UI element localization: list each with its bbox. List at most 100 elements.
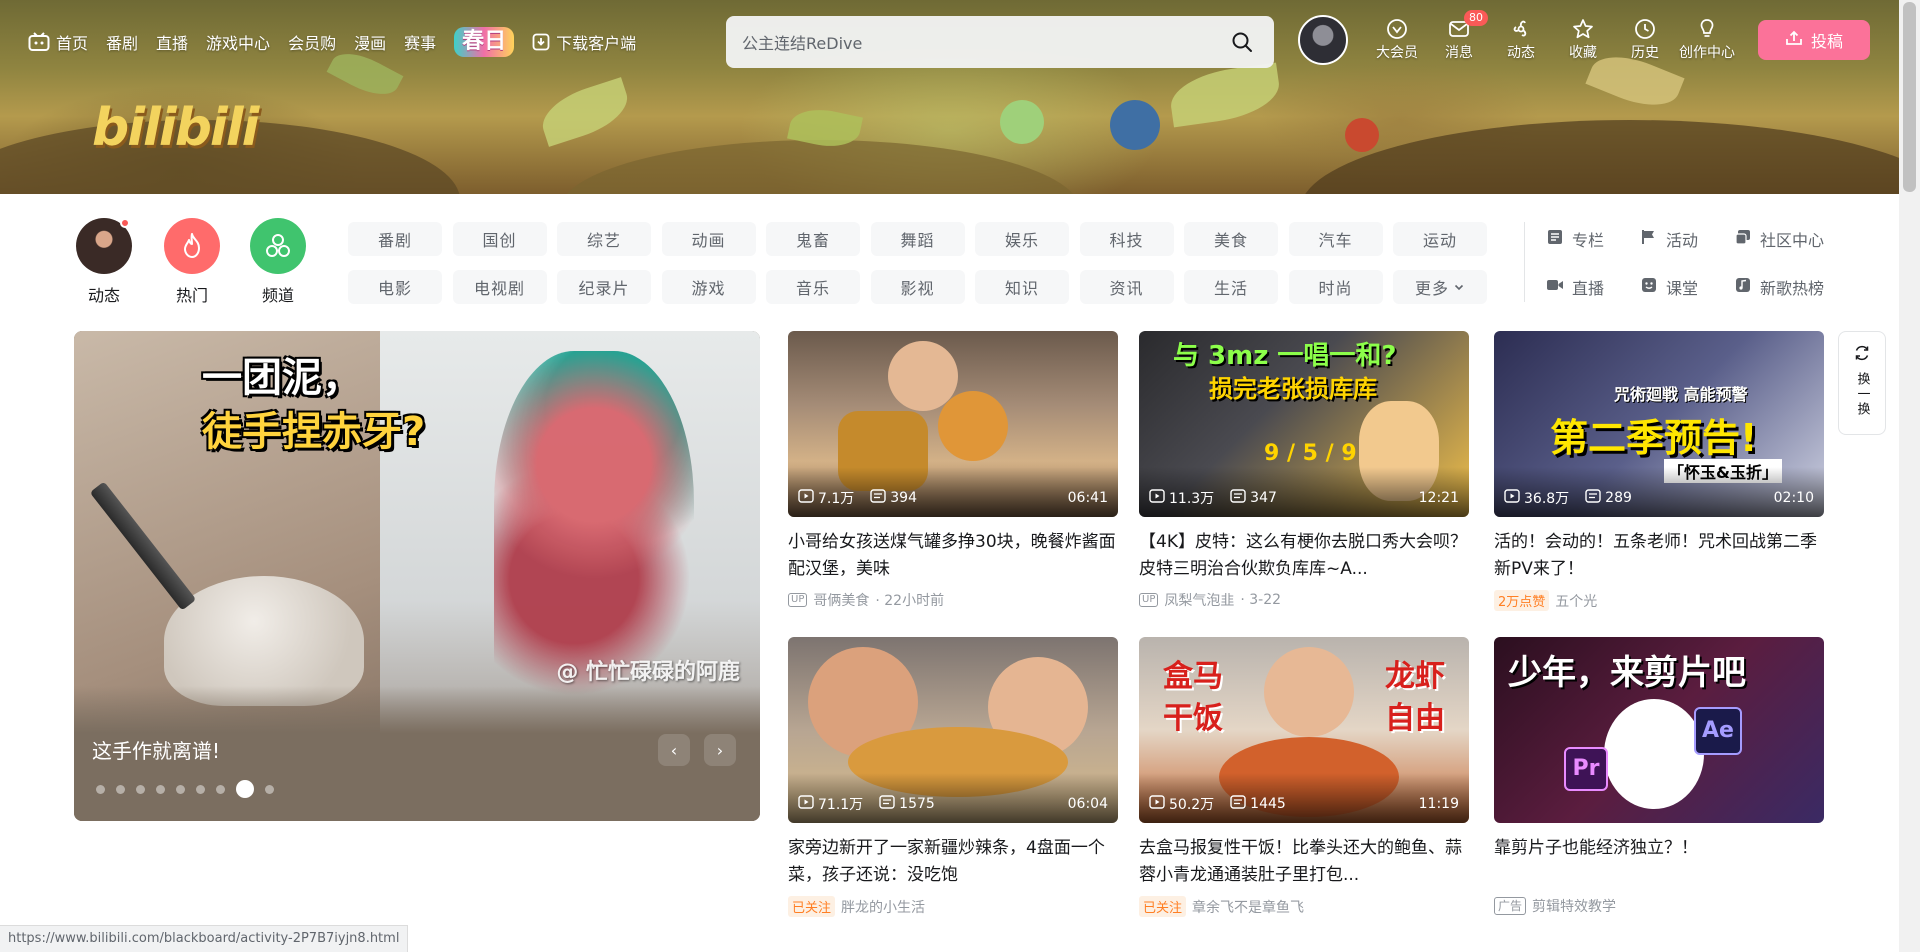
video-title[interactable]: 家旁边新开了一家新疆炒辣条，4盘面一个菜，孩子还说：没吃饱 bbox=[788, 835, 1118, 889]
video-card[interactable]: 咒術廻戦 高能预警 第二季预告! 「怀玉&玉折」 36.8万 289 02:10… bbox=[1494, 331, 1824, 611]
category-tag[interactable]: 科技 bbox=[1079, 222, 1174, 256]
side-link-live[interactable]: 直播 bbox=[1546, 270, 1636, 304]
nav-label: 大会员 bbox=[1376, 45, 1418, 61]
category-tag[interactable]: 音乐 bbox=[766, 270, 860, 304]
category-tag[interactable]: 时尚 bbox=[1288, 270, 1383, 304]
category-tag[interactable]: 资讯 bbox=[1079, 270, 1174, 304]
carousel-dot[interactable] bbox=[176, 784, 185, 794]
video-author[interactable]: 胖龙的小生活 bbox=[841, 897, 925, 917]
category-tag[interactable]: 综艺 bbox=[557, 222, 651, 256]
spring-event-badge[interactable]: 春日 bbox=[454, 27, 515, 57]
side-link-music[interactable]: 新歌热榜 bbox=[1734, 270, 1854, 304]
ad-card[interactable]: 少年，来剪片吧 Pr Ae 靠剪片子也能经济独立？！ 广告 剪辑特效教学 bbox=[1494, 637, 1824, 916]
carousel-dot[interactable] bbox=[196, 784, 205, 794]
thumbnail-text: 损完老张损库库 bbox=[1209, 375, 1377, 403]
bilibili-logo[interactable]: bilibili bbox=[92, 98, 259, 158]
category-tag[interactable]: 番剧 bbox=[348, 222, 442, 256]
featured-carousel[interactable]: 一团泥， 徒手捏赤牙? @ 忙忙碌碌的阿鹿 这手作就离谱! ‹ › bbox=[74, 331, 760, 821]
carousel-dot[interactable] bbox=[136, 784, 145, 794]
quick-channel[interactable]: 频道 bbox=[248, 218, 308, 306]
category-tag[interactable]: 娱乐 bbox=[975, 222, 1069, 256]
video-card[interactable]: 与 3mz 一唱一和? 损完老张损库库 9 / 5 / 9 11.3万 347 … bbox=[1139, 331, 1469, 610]
nav-label: 下载客户端 bbox=[556, 34, 637, 53]
search-bar[interactable]: 公主连结ReDive bbox=[726, 16, 1274, 68]
refresh-button[interactable]: 换一换 bbox=[1838, 331, 1886, 435]
category-tag[interactable]: 动画 bbox=[661, 222, 756, 256]
nav-manga[interactable]: 漫画 bbox=[354, 30, 386, 54]
video-author[interactable]: 章余飞不是章鱼飞 bbox=[1192, 897, 1304, 917]
quick-dynamic[interactable]: 动态 bbox=[74, 218, 134, 306]
video-title[interactable]: 靠剪片子也能经济独立？！ bbox=[1494, 835, 1824, 889]
nav-messages[interactable]: 80 消息 bbox=[1428, 10, 1490, 62]
video-title[interactable]: 【4K】皮特：这么有梗你去脱口秀大会呗？皮特三明治合伙欺负库库~A... bbox=[1139, 529, 1469, 583]
nav-label: 消息 bbox=[1445, 45, 1473, 61]
nav-esports[interactable]: 赛事 bbox=[404, 30, 436, 54]
carousel-caption[interactable]: 这手作就离谱! bbox=[92, 735, 220, 764]
category-tag[interactable]: 纪录片 bbox=[557, 270, 651, 304]
danmaku-text: 1445 bbox=[1250, 796, 1286, 812]
nav-anime[interactable]: 番剧 bbox=[106, 30, 138, 54]
nav-live[interactable]: 直播 bbox=[156, 30, 188, 54]
video-author[interactable]: 哥俩美食 bbox=[813, 590, 869, 610]
carousel-dot[interactable] bbox=[216, 784, 225, 794]
nav-download-client[interactable]: 下载客户端 bbox=[532, 30, 636, 54]
quick-label: 频道 bbox=[261, 286, 294, 305]
category-tag[interactable]: 运动 bbox=[1393, 222, 1487, 256]
video-thumbnail[interactable]: 7.1万 394 06:41 bbox=[788, 331, 1118, 517]
nav-game-center[interactable]: 游戏中心 bbox=[206, 30, 270, 54]
video-author[interactable]: 剪辑特效教学 bbox=[1532, 896, 1616, 916]
side-link-activity[interactable]: 活动 bbox=[1640, 222, 1730, 256]
video-title[interactable]: 去盒马报复性干饭！比拳头还大的鲍鱼、蒜蓉小青龙通通装肚子里打包... bbox=[1139, 835, 1469, 889]
video-thumbnail[interactable]: 盒马 干饭 龙虾 自由 50.2万 1445 11:19 bbox=[1139, 637, 1469, 823]
search-icon[interactable] bbox=[1226, 26, 1258, 58]
video-author[interactable]: 凤梨气泡韭 bbox=[1164, 590, 1234, 610]
scrollbar-thumb[interactable] bbox=[1903, 2, 1916, 192]
category-tag[interactable]: 国创 bbox=[452, 222, 547, 256]
scrollbar[interactable] bbox=[1899, 0, 1920, 952]
video-title[interactable]: 活的！会动的！五条老师！咒术回战第二季新PV来了！ bbox=[1494, 529, 1824, 583]
category-tag[interactable]: 影视 bbox=[870, 270, 965, 304]
category-tag[interactable]: 汽车 bbox=[1288, 222, 1383, 256]
side-link-class[interactable]: 课堂 bbox=[1640, 270, 1730, 304]
category-tag[interactable]: 电影 bbox=[348, 270, 442, 304]
nav-label: 历史 bbox=[1631, 45, 1659, 61]
carousel-dot[interactable] bbox=[265, 784, 274, 794]
category-more[interactable]: 更多 bbox=[1393, 270, 1487, 304]
video-card[interactable]: 7.1万 394 06:41 小哥给女孩送煤气罐多挣30块，晚餐炸酱面配汉堡，美… bbox=[788, 331, 1118, 610]
video-thumbnail[interactable]: 与 3mz 一唱一和? 损完老张损库库 9 / 5 / 9 11.3万 347 … bbox=[1139, 331, 1469, 517]
category-tag[interactable]: 电视剧 bbox=[452, 270, 547, 304]
history-icon bbox=[1634, 16, 1656, 42]
category-tag[interactable]: 美食 bbox=[1184, 222, 1278, 256]
video-thumbnail[interactable]: 71.1万 1575 06:04 bbox=[788, 637, 1118, 823]
video-thumbnail[interactable]: 咒術廻戦 高能预警 第二季预告! 「怀玉&玉折」 36.8万 289 02:10 bbox=[1494, 331, 1824, 517]
search-input[interactable]: 公主连结ReDive bbox=[742, 30, 1226, 54]
video-card[interactable]: 盒马 干饭 龙虾 自由 50.2万 1445 11:19 去盒马报复性干饭！比拳… bbox=[1139, 637, 1469, 917]
side-link-community[interactable]: 社区中心 bbox=[1734, 222, 1854, 256]
upload-button[interactable]: 投稿 bbox=[1758, 20, 1870, 60]
category-tag[interactable]: 鬼畜 bbox=[766, 222, 860, 256]
video-title[interactable]: 小哥给女孩送煤气罐多挣30块，晚餐炸酱面配汉堡，美味 bbox=[788, 529, 1118, 583]
quick-hot[interactable]: 热门 bbox=[162, 218, 222, 306]
nav-dynamic[interactable]: 动态 bbox=[1490, 16, 1552, 62]
carousel-dot[interactable] bbox=[236, 780, 254, 798]
carousel-dot[interactable] bbox=[96, 784, 105, 794]
nav-creator-center[interactable]: 创作中心 bbox=[1676, 16, 1738, 62]
user-avatar[interactable] bbox=[1298, 15, 1348, 65]
carousel-dot[interactable] bbox=[156, 784, 165, 794]
nav-history[interactable]: 历史 bbox=[1614, 16, 1676, 62]
category-tag[interactable]: 舞蹈 bbox=[870, 222, 965, 256]
category-tag[interactable]: 知识 bbox=[975, 270, 1069, 304]
category-tag[interactable]: 游戏 bbox=[661, 270, 756, 304]
video-card[interactable]: 71.1万 1575 06:04 家旁边新开了一家新疆炒辣条，4盘面一个菜，孩子… bbox=[788, 637, 1118, 917]
carousel-next-button[interactable]: › bbox=[704, 734, 736, 766]
video-author[interactable]: 五个光 bbox=[1555, 591, 1597, 611]
nav-vip[interactable]: 大会员 bbox=[1366, 16, 1428, 62]
nav-mall[interactable]: 会员购 bbox=[288, 30, 336, 54]
carousel-dot[interactable] bbox=[116, 784, 125, 794]
nav-favorites[interactable]: 收藏 bbox=[1552, 16, 1614, 62]
category-tag[interactable]: 生活 bbox=[1184, 270, 1278, 304]
video-thumbnail[interactable]: 少年，来剪片吧 Pr Ae bbox=[1494, 637, 1824, 823]
nav-home[interactable]: 首页 bbox=[28, 30, 88, 54]
carousel-prev-button[interactable]: ‹ bbox=[658, 734, 690, 766]
side-link-article[interactable]: 专栏 bbox=[1546, 222, 1636, 256]
